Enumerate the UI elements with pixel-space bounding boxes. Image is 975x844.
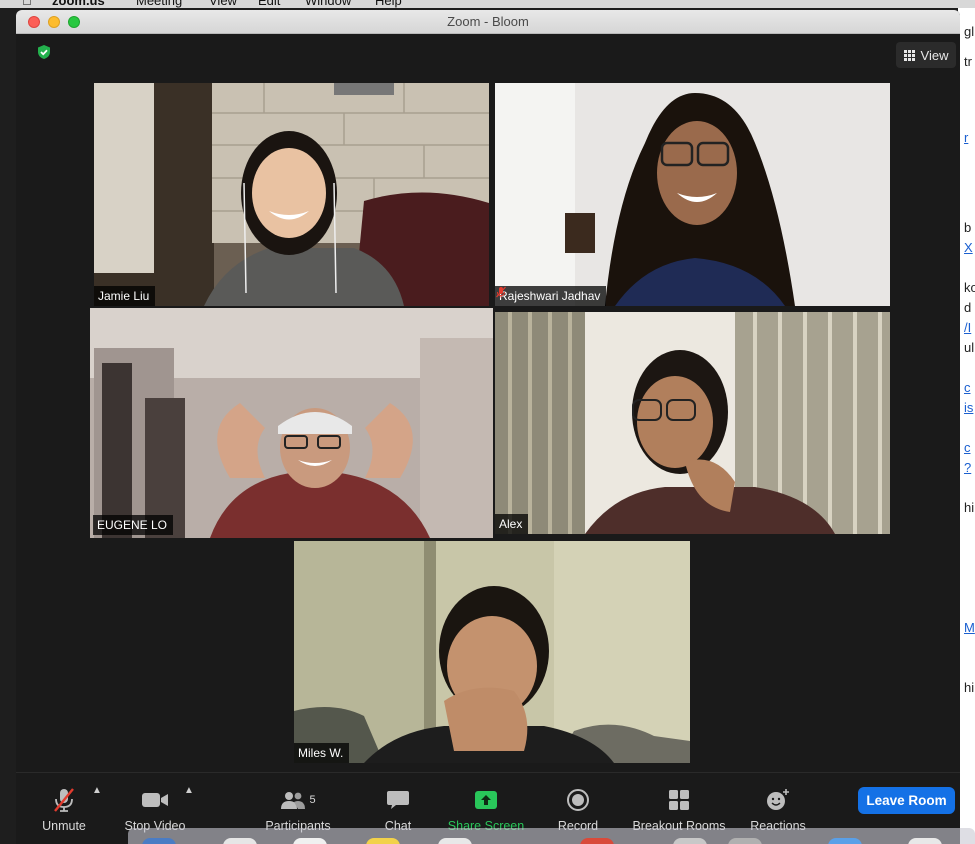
bg-text: b bbox=[964, 220, 972, 235]
video-tile[interactable]: Alex bbox=[495, 312, 890, 534]
dock-app-icon[interactable] bbox=[828, 838, 862, 844]
video-tile[interactable]: Miles W. bbox=[294, 541, 690, 763]
view-button[interactable]: View bbox=[896, 42, 956, 68]
share-screen-button[interactable]: Share Screen bbox=[446, 773, 526, 833]
participant-video bbox=[495, 312, 890, 534]
muted-mic-icon bbox=[54, 788, 74, 812]
dock-app-icon[interactable] bbox=[673, 838, 707, 844]
bg-text: ko bbox=[964, 280, 975, 295]
dock-app-icon[interactable] bbox=[366, 838, 400, 844]
reactions-smiley-icon bbox=[767, 789, 789, 810]
mac-menubar:  zoom.us Meeting View Edit Window Help bbox=[0, 0, 975, 8]
participant-name-tag: EUGENE LO bbox=[93, 515, 174, 535]
participants-icon bbox=[281, 792, 306, 809]
audio-options-caret-icon[interactable]: ▲ bbox=[92, 785, 102, 796]
chat-bubble-icon bbox=[387, 791, 409, 809]
menu-view[interactable]: View bbox=[209, 0, 237, 8]
dock-app-icon[interactable] bbox=[728, 838, 762, 844]
menu-edit[interactable]: Edit bbox=[258, 0, 280, 8]
video-stage: View Jamie Liu Rajeshwari Jadhav EUGENE … bbox=[16, 34, 960, 772]
participant-name: Rajeshwari Jadhav bbox=[499, 289, 601, 303]
participant-video bbox=[294, 541, 690, 763]
bg-text: d bbox=[964, 300, 972, 315]
dock-app-icon[interactable] bbox=[293, 838, 327, 844]
bg-link[interactable]: c bbox=[964, 380, 971, 395]
participant-video bbox=[90, 308, 493, 538]
bg-text: hi bbox=[964, 680, 975, 695]
window-titlebar[interactable]: Zoom - Bloom bbox=[16, 10, 960, 34]
stop-video-button[interactable]: Stop Video bbox=[120, 773, 190, 833]
view-label: View bbox=[920, 47, 949, 63]
bg-link[interactable]: /I bbox=[964, 320, 971, 335]
participant-name-tag: Rajeshwari Jadhav bbox=[495, 286, 607, 306]
record-icon bbox=[567, 789, 589, 811]
bg-link[interactable]: r bbox=[964, 130, 968, 145]
window-title: Zoom - Bloom bbox=[447, 14, 529, 29]
bg-link[interactable]: X bbox=[964, 240, 973, 255]
dock-app-icon[interactable] bbox=[580, 838, 614, 844]
background-browser-page: gl tr r b X ko d /I ul c is c ? hi M hi bbox=[958, 8, 975, 844]
macos-dock bbox=[128, 828, 975, 844]
video-camera-icon bbox=[142, 793, 168, 807]
participant-name-tag: Miles W. bbox=[294, 743, 350, 763]
bg-text: ul bbox=[964, 340, 975, 355]
video-tile[interactable]: Jamie Liu bbox=[94, 83, 489, 306]
participant-video bbox=[495, 83, 890, 306]
participant-name: Miles W. bbox=[298, 746, 344, 760]
video-tile[interactable]: Rajeshwari Jadhav bbox=[495, 83, 890, 306]
menu-meeting[interactable]: Meeting bbox=[136, 0, 182, 8]
dock-app-icon[interactable] bbox=[223, 838, 257, 844]
share-screen-icon bbox=[475, 791, 497, 809]
participant-video bbox=[94, 83, 489, 306]
bg-text: gl bbox=[964, 24, 975, 39]
participant-name-tag: Alex bbox=[495, 514, 529, 534]
grid-icon bbox=[903, 49, 915, 61]
apple-icon[interactable]:  bbox=[22, 0, 32, 8]
unmute-label: Unmute bbox=[42, 819, 86, 833]
chat-button[interactable]: Chat bbox=[378, 773, 418, 833]
participants-count: 5 bbox=[309, 794, 316, 806]
leave-room-button[interactable]: Leave Room bbox=[858, 787, 955, 814]
video-tile-active-speaker[interactable]: EUGENE LO bbox=[90, 308, 493, 538]
unmute-button[interactable]: Unmute bbox=[38, 773, 90, 833]
bg-link[interactable]: M bbox=[964, 620, 975, 635]
menu-window[interactable]: Window bbox=[305, 0, 351, 8]
bg-text: hi bbox=[964, 500, 975, 515]
video-options-caret-icon[interactable]: ▲ bbox=[184, 785, 194, 796]
participant-name: EUGENE LO bbox=[97, 518, 168, 532]
bg-text: tr bbox=[964, 54, 972, 69]
dock-app-icon[interactable] bbox=[908, 838, 942, 844]
record-button[interactable]: Record bbox=[553, 773, 603, 833]
bg-link[interactable]: c bbox=[964, 440, 971, 455]
muted-mic-icon bbox=[496, 286, 506, 298]
dock-app-icon[interactable] bbox=[142, 838, 176, 844]
breakout-rooms-icon bbox=[669, 790, 689, 810]
participant-name-tag: Jamie Liu bbox=[94, 286, 156, 306]
zoom-window: Zoom - Bloom View Jamie Liu Rajeshwari J… bbox=[16, 10, 960, 844]
dock-app-icon[interactable] bbox=[438, 838, 472, 844]
participants-button[interactable]: 5 Participants bbox=[260, 773, 336, 833]
bg-link[interactable]: is bbox=[964, 400, 973, 415]
menu-zoom[interactable]: zoom.us bbox=[52, 0, 105, 8]
participant-name: Jamie Liu bbox=[98, 289, 150, 303]
breakout-rooms-button[interactable]: Breakout Rooms bbox=[629, 773, 729, 833]
participant-name: Alex bbox=[499, 517, 523, 531]
bg-link[interactable]: ? bbox=[964, 460, 971, 475]
shield-check-icon[interactable] bbox=[36, 44, 52, 60]
reactions-button[interactable]: Reactions bbox=[747, 773, 809, 833]
menu-help[interactable]: Help bbox=[375, 0, 402, 8]
